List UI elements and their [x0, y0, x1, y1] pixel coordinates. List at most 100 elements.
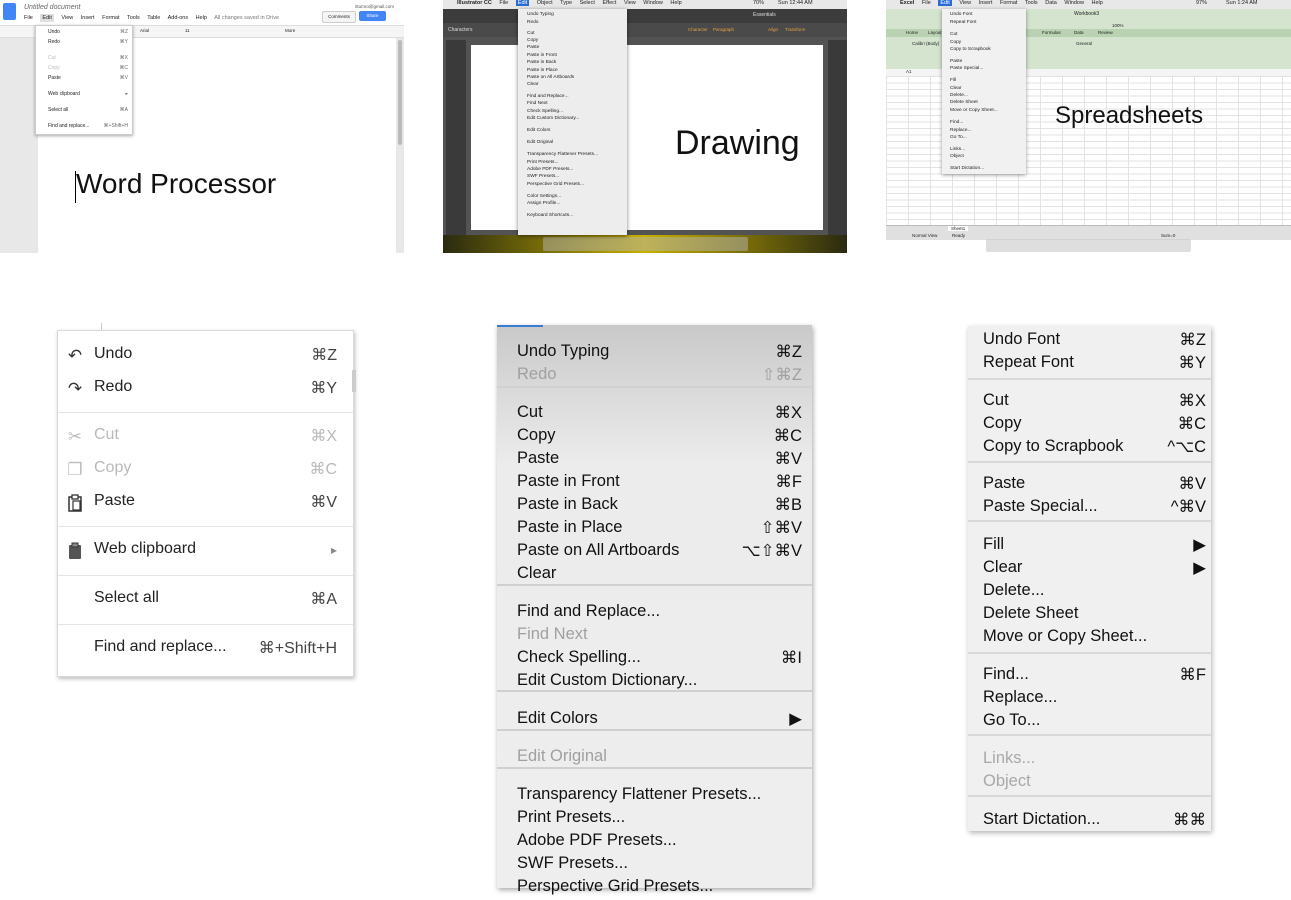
ai-ctrl-transform[interactable]: Transform	[785, 27, 805, 32]
mac-dock[interactable]	[543, 237, 748, 251]
xl-sheet-tab-1[interactable]: Sheet1	[948, 226, 969, 231]
menu-item-paste[interactable]: Paste ⌘V	[58, 492, 353, 516]
menu-item-edit-colors[interactable]: Edit Colors ▶	[497, 709, 812, 731]
xl-menu-window[interactable]: Window	[1064, 0, 1084, 6]
docs-menu-table[interactable]: Table	[147, 15, 160, 21]
menu-item-paste[interactable]: Paste ⌘V	[497, 449, 812, 471]
xl-menu-edit[interactable]: Edit	[938, 0, 952, 6]
menu-item-paste-on-all-artboards[interactable]: Paste on All Artboards ⌥⇧⌘V	[497, 541, 812, 563]
menu-item-delete[interactable]: Delete...	[968, 581, 1211, 603]
docs-menu-edit[interactable]: Edit	[40, 14, 54, 22]
menu-item-undo-typing[interactable]: Undo Typing ⌘Z	[497, 342, 812, 364]
ai-menu-object[interactable]: Object	[537, 0, 553, 6]
menu-item-clear[interactable]: Clear ▶	[968, 558, 1211, 580]
xl-menu-help[interactable]: Help	[1091, 0, 1102, 6]
xl-menu-format[interactable]: Format	[1000, 0, 1017, 6]
xl-menu-app[interactable]: Excel	[900, 0, 914, 6]
font-select[interactable]: Arial	[140, 28, 149, 33]
menu-item-copy-to-scrapbook[interactable]: Copy to Scrapbook ^⌥C	[968, 437, 1211, 459]
xl-menu-file[interactable]: File	[922, 0, 931, 6]
menu-item-paste-in-front[interactable]: Paste in Front ⌘F	[497, 472, 812, 494]
xl-menu-data[interactable]: Data	[1045, 0, 1057, 6]
ai-ctrl-align[interactable]: Align	[768, 27, 778, 32]
comments-button[interactable]: Comments	[322, 11, 356, 23]
xl-menu-view[interactable]: View	[959, 0, 971, 6]
menu-item-find-replace[interactable]: Find and replace... ⌘+Shift+H	[58, 638, 353, 662]
xl-font-name[interactable]: Calibri (Body)	[912, 41, 939, 46]
ai-control-bar: Characters Character Paragraph Align Tra…	[443, 23, 847, 37]
doc-scrollbar[interactable]	[398, 40, 402, 145]
mac-dock[interactable]	[986, 239, 1191, 252]
menu-item-clear[interactable]: Clear	[497, 564, 812, 586]
xl-menu-tools[interactable]: Tools	[1025, 0, 1038, 6]
more-button[interactable]: More	[285, 28, 295, 33]
menu-item-move-or-copy-sheet[interactable]: Move or Copy Sheet...	[968, 627, 1211, 649]
menu-item-copy[interactable]: Copy ⌘C	[497, 426, 812, 448]
menu-item-paste-special[interactable]: Paste Special... ^⌘V	[968, 497, 1211, 519]
ai-ctrl-character[interactable]: Character	[688, 27, 708, 32]
docs-menu-view[interactable]: View	[61, 15, 73, 21]
menu-item-label: Delete Sheet	[983, 604, 1079, 622]
font-size-select[interactable]: 11	[185, 28, 190, 33]
menu-item-adobe-pdf-presets[interactable]: Adobe PDF Presets...	[497, 831, 812, 853]
menu-item-start-dictation[interactable]: Start Dictation... ⌘⌘	[968, 810, 1211, 832]
ai-menu-app[interactable]: Illustrator CC	[457, 0, 492, 6]
menu-item-web-clipboard[interactable]: Web clipboard ▸	[58, 540, 353, 564]
xl-cell-ref[interactable]: A1	[906, 69, 912, 74]
doc-title[interactable]: Untitled document	[24, 4, 80, 11]
menu-item-perspective-grid-presets[interactable]: Perspective Grid Presets...	[497, 877, 812, 899]
xl-zoom[interactable]: 100%	[1112, 23, 1124, 28]
docs-menu-addons[interactable]: Add-ons	[168, 15, 189, 21]
ai-menu-view[interactable]: View	[624, 0, 636, 6]
ai-workspace[interactable]: Essentials	[753, 12, 776, 18]
ai-right-panel[interactable]	[828, 40, 847, 235]
ai-menu-help[interactable]: Help	[670, 0, 681, 6]
docs-menu-format[interactable]: Format	[102, 15, 119, 21]
ai-menu-select[interactable]: Select	[580, 0, 595, 6]
xl-tab-review[interactable]: Review	[1098, 30, 1113, 35]
menu-item-paste[interactable]: Paste ⌘V	[968, 474, 1211, 496]
menu-item-print-presets[interactable]: Print Presets...	[497, 808, 812, 830]
menu-item-find-next: Find Next	[497, 625, 812, 647]
menu-item-delete-sheet[interactable]: Delete Sheet	[968, 604, 1211, 626]
menu-item-replace[interactable]: Replace...	[968, 688, 1211, 710]
menu-scrollbar[interactable]	[352, 370, 356, 392]
docs-menu-insert[interactable]: Insert	[81, 15, 95, 21]
menu-item-paste-in-back[interactable]: Paste in Back ⌘B	[497, 495, 812, 517]
docs-menu-file[interactable]: File	[24, 15, 33, 21]
menu-item-check-spelling[interactable]: Check Spelling... ⌘I	[497, 648, 812, 670]
menu-item-label: Paste	[517, 449, 560, 467]
ai-menu-window[interactable]: Window	[643, 0, 663, 6]
xl-tab-layout[interactable]: Layout	[928, 30, 942, 35]
xl-number-format[interactable]: General	[1076, 41, 1092, 46]
menu-item-paste-in-place[interactable]: Paste in Place ⇧⌘V	[497, 518, 812, 540]
menu-item-undo[interactable]: ↶ Undo ⌘Z	[58, 345, 353, 369]
ai-menu-type[interactable]: Type	[560, 0, 572, 6]
ai-menu-edit[interactable]: Edit	[515, 0, 530, 6]
xl-tab-data[interactable]: Data	[1074, 30, 1084, 35]
docs-menu-help[interactable]: Help	[196, 15, 207, 21]
menu-item-cut[interactable]: Cut ⌘X	[497, 403, 812, 425]
menu-item-select-all[interactable]: Select all ⌘A	[58, 589, 353, 613]
xl-tab-formulas[interactable]: Formulas	[1042, 30, 1061, 35]
menu-item-transparency-flattener-presets[interactable]: Transparency Flattener Presets...	[497, 785, 812, 807]
ai-menu-effect[interactable]: Effect	[602, 0, 616, 6]
menu-item-copy[interactable]: Copy ⌘C	[968, 414, 1211, 436]
xl-tab-home[interactable]: Home	[906, 30, 918, 35]
menu-item-swf-presets[interactable]: SWF Presets...	[497, 854, 812, 876]
menu-item-undo-font[interactable]: Undo Font ⌘Z	[968, 330, 1211, 352]
menu-item-label: Copy to Scrapbook	[983, 437, 1124, 455]
menu-item-cut[interactable]: Cut ⌘X	[968, 391, 1211, 413]
docs-menu-tools[interactable]: Tools	[127, 15, 140, 21]
menu-item-find[interactable]: Find... ⌘F	[968, 665, 1211, 687]
xl-menu-insert[interactable]: Insert	[979, 0, 993, 6]
ai-menu-file[interactable]: File	[499, 0, 508, 6]
menu-item-fill[interactable]: Fill ▶	[968, 535, 1211, 557]
ai-ctrl-paragraph[interactable]: Paragraph	[713, 27, 734, 32]
menu-item-go-to[interactable]: Go To...	[968, 711, 1211, 733]
menu-item-find-and-replace[interactable]: Find and Replace...	[497, 602, 812, 624]
menu-item-redo[interactable]: ↷ Redo ⌘Y	[58, 378, 353, 402]
menu-item-repeat-font[interactable]: Repeat Font ⌘Y	[968, 353, 1211, 375]
ai-tools-panel[interactable]	[446, 40, 466, 235]
share-button[interactable]: Share	[359, 11, 386, 21]
